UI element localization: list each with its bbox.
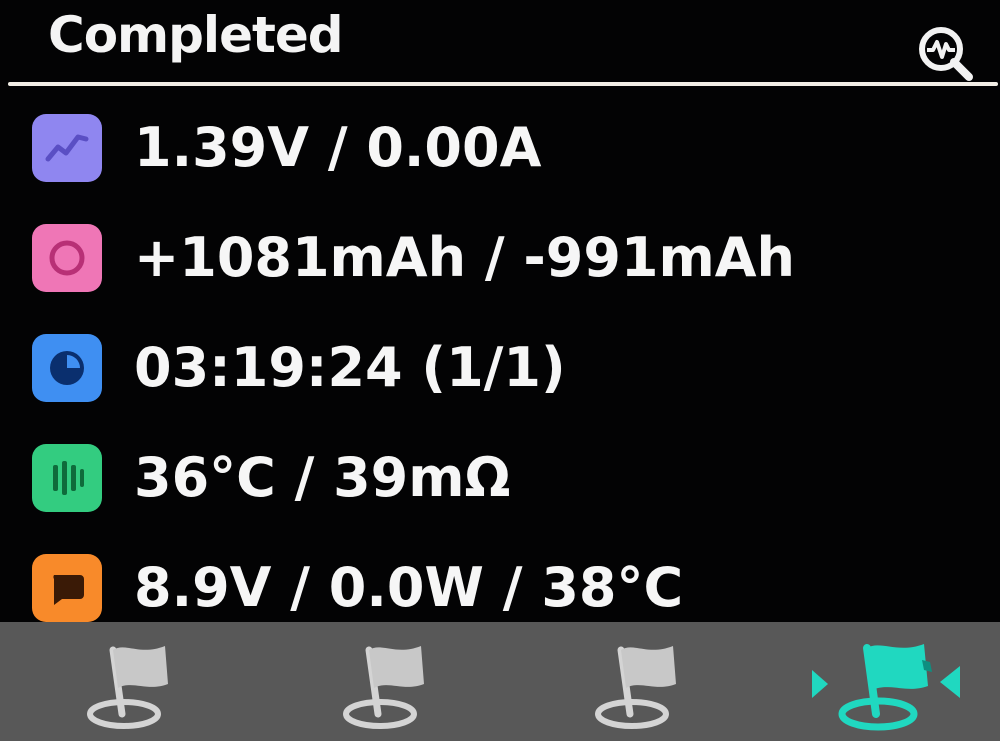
chat-bubble-icon <box>32 554 102 622</box>
channel-3-tab[interactable] <box>500 622 750 741</box>
flag-icon <box>87 646 168 729</box>
input-power-value: 8.9V / 0.0W / 38°C <box>134 556 684 619</box>
flag-icon <box>343 646 424 729</box>
list-item-voltage-current: 1.39V / 0.00A <box>0 100 1000 196</box>
capacity-value: +1081mAh / -991mAh <box>134 226 795 289</box>
list-item-capacity: +1081mAh / -991mAh <box>0 210 1000 306</box>
line-chart-icon <box>32 114 102 182</box>
charger-screen: Completed 1.39V / 0.00A +1081mAh / -991m… <box>0 0 1000 741</box>
clock-icon <box>32 334 102 402</box>
time-value: 03:19:24 (1/1) <box>134 336 566 399</box>
channel-2-tab[interactable] <box>250 622 500 741</box>
channel-bar <box>0 622 1000 741</box>
page-title: Completed <box>48 6 344 64</box>
header: Completed <box>0 0 1000 82</box>
list-item-temperature-resistance: 36°C / 39mΩ <box>0 430 1000 526</box>
flag-icon <box>812 644 960 731</box>
temperature-resistance-value: 36°C / 39mΩ <box>134 446 511 509</box>
channel-4-tab-active[interactable] <box>750 622 1000 741</box>
flag-icon <box>595 646 676 729</box>
list-item-time: 03:19:24 (1/1) <box>0 320 1000 416</box>
channel-1-tab[interactable] <box>0 622 250 741</box>
bars-icon <box>32 444 102 512</box>
search-waveform-icon[interactable] <box>914 22 976 84</box>
voltage-current-value: 1.39V / 0.00A <box>134 116 542 179</box>
circle-icon <box>32 224 102 292</box>
header-divider <box>8 82 998 86</box>
